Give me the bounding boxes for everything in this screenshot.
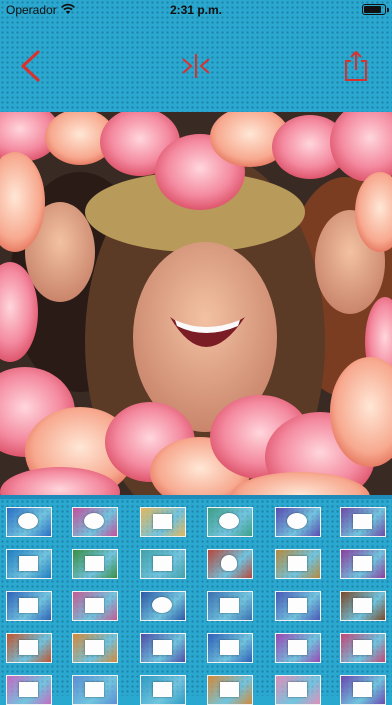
frame-thumbnail[interactable] <box>72 507 118 537</box>
flip-horizontal-icon <box>182 54 210 78</box>
frame-photo-slot <box>153 514 172 529</box>
frame-thumbnail[interactable] <box>275 507 321 537</box>
frame-thumbnail[interactable] <box>340 633 386 663</box>
frame-photo-slot <box>288 682 307 697</box>
battery-icon <box>362 4 389 15</box>
frame-thumbnail[interactable] <box>275 633 321 663</box>
frame-thumbnail[interactable] <box>6 591 52 621</box>
status-time: 2:31 p.m. <box>169 3 223 17</box>
frame-thumbnail[interactable] <box>6 507 52 537</box>
frame-photo-slot <box>19 556 38 571</box>
frame-thumbnail[interactable] <box>140 591 186 621</box>
frame-thumbnail[interactable] <box>207 675 253 705</box>
frame-thumbnail[interactable] <box>72 591 118 621</box>
status-bar: Operador 2:31 p.m. <box>0 0 392 20</box>
back-button[interactable] <box>10 44 50 88</box>
frame-photo-slot <box>353 514 372 529</box>
frame-photo-slot <box>353 556 372 571</box>
frame-photo-slot <box>19 682 38 697</box>
framed-photo[interactable] <box>0 112 392 495</box>
frame-thumbnail[interactable] <box>6 675 52 705</box>
frame-thumbnail[interactable] <box>275 675 321 705</box>
frame-thumbnail[interactable] <box>140 507 186 537</box>
frame-photo-slot <box>288 556 307 571</box>
frame-photo-slot <box>288 640 307 655</box>
frame-thumbnail[interactable] <box>72 549 118 579</box>
frame-photo-slot <box>219 513 239 529</box>
frame-photo-slot <box>84 513 104 529</box>
photo-image <box>0 112 392 495</box>
frame-thumbnail[interactable] <box>140 633 186 663</box>
frame-thumbnail[interactable] <box>340 549 386 579</box>
frame-thumbnail[interactable] <box>6 549 52 579</box>
flip-button[interactable] <box>176 44 216 88</box>
toolbar <box>0 20 392 112</box>
frame-photo-slot <box>353 682 372 697</box>
frame-photo-slot <box>18 513 38 529</box>
frame-thumbnail[interactable] <box>140 549 186 579</box>
frame-photo-slot <box>85 598 104 613</box>
frame-photo-slot <box>153 556 172 571</box>
frame-thumbnail[interactable] <box>6 633 52 663</box>
frame-thumbnail[interactable] <box>275 549 321 579</box>
frame-photo-slot <box>19 598 38 613</box>
frame-photo-slot <box>353 598 372 613</box>
frame-photo-slot <box>220 682 239 697</box>
frame-thumbnail[interactable] <box>72 633 118 663</box>
frame-thumbnail[interactable] <box>207 549 253 579</box>
frame-thumbnail[interactable] <box>72 675 118 705</box>
frame-photo-slot <box>353 640 372 655</box>
share-icon <box>345 51 367 81</box>
frame-photo-slot <box>85 640 104 655</box>
frame-photo-slot <box>153 682 172 697</box>
frame-thumbnail[interactable] <box>340 675 386 705</box>
frame-thumbnail[interactable] <box>207 633 253 663</box>
frame-photo-slot <box>85 556 104 571</box>
frame-photo-slot <box>153 640 172 655</box>
frame-thumbnail[interactable] <box>275 591 321 621</box>
frame-photo-slot <box>287 513 307 529</box>
frame-photo-slot <box>152 597 172 613</box>
frame-photo-slot <box>288 598 307 613</box>
frame-thumbnail[interactable] <box>207 591 253 621</box>
battery-level <box>364 6 382 13</box>
frame-thumbnail[interactable] <box>340 507 386 537</box>
frame-thumbnail[interactable] <box>340 591 386 621</box>
frame-thumbnail[interactable] <box>140 675 186 705</box>
frame-photo-slot <box>85 682 104 697</box>
back-chevron-icon <box>21 50 40 82</box>
frame-photo-slot <box>220 598 239 613</box>
frame-photo-slot <box>19 640 38 655</box>
frame-photo-slot <box>221 555 237 571</box>
frame-thumbnail[interactable] <box>207 507 253 537</box>
share-button[interactable] <box>336 44 376 88</box>
frame-photo-slot <box>220 640 239 655</box>
frame-gallery <box>0 495 392 705</box>
